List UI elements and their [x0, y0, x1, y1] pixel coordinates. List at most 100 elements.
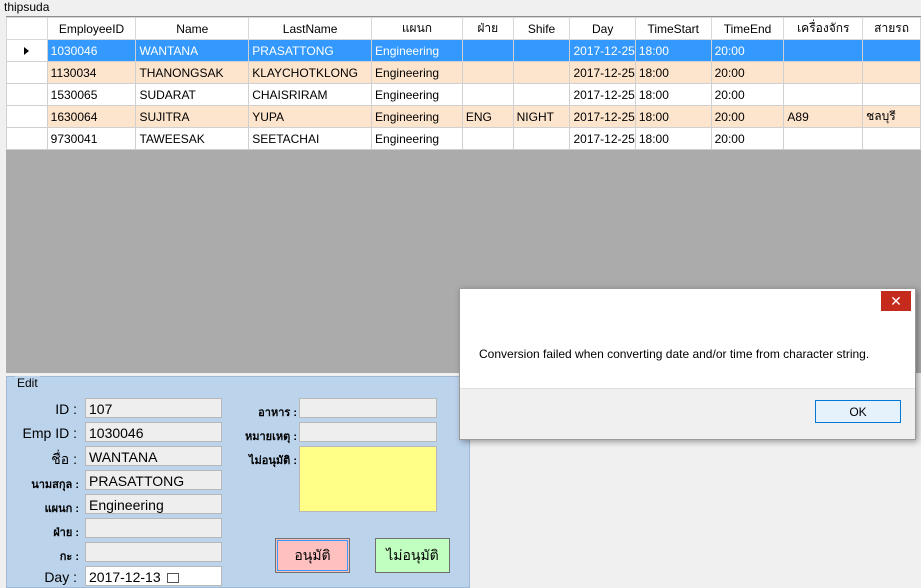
table-cell[interactable] [461, 83, 514, 106]
column-header[interactable]: Shife [512, 17, 571, 40]
dialog-footer: OK [460, 388, 915, 439]
food-label: อาหาร : [258, 407, 297, 419]
table-cell[interactable] [862, 83, 921, 106]
table-cell[interactable]: SUJITRA [135, 105, 250, 128]
table-row[interactable]: 9730041 TAWEESAK SEETACHAI Engineering 2017-… [6, 127, 921, 150]
table-cell[interactable]: 1530065 [46, 83, 137, 106]
column-header[interactable]: แผนก [371, 17, 463, 40]
lastname-field[interactable]: PRASATTONG [85, 470, 222, 490]
row-header[interactable] [6, 127, 48, 150]
table-cell[interactable] [512, 61, 571, 84]
column-header[interactable]: สายรถ [862, 17, 921, 40]
table-cell[interactable]: 1630064 [46, 105, 137, 128]
table-cell[interactable]: 1130034 [46, 61, 137, 84]
table-row[interactable]: 1130034 THANONGSAK KLAYCHOTKLONG Engineerin… [6, 61, 921, 84]
table-cell[interactable]: 18:00 [634, 39, 712, 62]
table-cell[interactable]: 1030046 [46, 39, 137, 62]
table-cell[interactable]: PRASATTONG [248, 39, 373, 62]
table-cell[interactable] [461, 61, 514, 84]
close-icon[interactable]: ✕ [881, 291, 911, 311]
id-field[interactable]: 107 [85, 398, 222, 418]
table-cell[interactable]: ENG [461, 105, 514, 128]
column-header[interactable]: LastName [248, 17, 373, 40]
division-field[interactable] [85, 518, 222, 538]
table-cell[interactable]: 18:00 [634, 61, 712, 84]
table-cell[interactable]: 20:00 [710, 61, 785, 84]
name-label: ชื่อ : [51, 451, 77, 467]
table-cell[interactable]: Engineering [371, 83, 463, 106]
row-header[interactable] [6, 83, 48, 106]
table-cell[interactable]: 20:00 [710, 127, 785, 150]
column-header[interactable]: Name [135, 17, 250, 40]
table-cell[interactable] [461, 39, 514, 62]
table-cell[interactable]: WANTANA [135, 39, 250, 62]
table-cell[interactable]: 20:00 [710, 83, 785, 106]
table-cell[interactable]: YUPA [248, 105, 373, 128]
column-header[interactable]: เครื่องจักร [783, 17, 864, 40]
day-value: 2017-12-13 [89, 569, 161, 585]
table-cell[interactable] [862, 39, 921, 62]
table-cell[interactable]: ชลบุรี [862, 105, 921, 128]
table-cell[interactable]: SUDARAT [135, 83, 250, 106]
day-picker[interactable]: 2017-12-13 [85, 566, 222, 586]
ok-button[interactable]: OK [815, 400, 901, 423]
grid-corner-header[interactable] [6, 17, 48, 40]
row-header[interactable] [6, 61, 48, 84]
emp-id-field[interactable]: 1030046 [85, 422, 222, 442]
calendar-icon[interactable] [166, 573, 179, 584]
table-cell[interactable]: KLAYCHOTKLONG [248, 61, 373, 84]
table-row[interactable]: 1630064 SUJITRA YUPA Engineering ENG NIGHT 201… [6, 105, 921, 128]
approve-button[interactable]: อนุมัติ [275, 538, 350, 573]
table-cell[interactable] [862, 127, 921, 150]
table-cell[interactable]: SEETACHAI [248, 127, 373, 150]
table-cell[interactable]: 18:00 [634, 105, 712, 128]
remark-label: หมายเหตุ : [245, 431, 297, 443]
table-row[interactable]: 1030046 WANTANA PRASATTONG Engineering 2017-… [6, 39, 921, 62]
row-header[interactable] [6, 105, 48, 128]
table-cell[interactable] [783, 39, 864, 62]
column-header[interactable]: TimeEnd [710, 17, 785, 40]
table-row[interactable]: 1530065 SUDARAT CHAISRIRAM Engineering 2017-… [6, 83, 921, 106]
table-cell[interactable] [512, 83, 571, 106]
table-cell[interactable]: Engineering [371, 127, 463, 150]
table-cell[interactable]: A89 [783, 105, 864, 128]
table-cell[interactable]: 2017-12-25 [569, 39, 636, 62]
table-cell[interactable] [461, 127, 514, 150]
table-cell[interactable]: 2017-12-25 [569, 61, 636, 84]
remark-field[interactable] [299, 422, 437, 442]
reject-button[interactable]: ไม่อนุมัติ [375, 538, 450, 573]
table-cell[interactable]: CHAISRIRAM [248, 83, 373, 106]
table-cell[interactable] [783, 83, 864, 106]
column-header[interactable]: Day [569, 17, 636, 40]
table-cell[interactable] [512, 127, 571, 150]
table-cell[interactable]: 2017-12-25 [569, 105, 636, 128]
name-field[interactable]: WANTANA [85, 446, 222, 466]
table-cell[interactable]: NIGHT [512, 105, 571, 128]
table-cell[interactable]: Engineering [371, 61, 463, 84]
table-cell[interactable] [512, 39, 571, 62]
column-header[interactable]: TimeStart [634, 17, 712, 40]
shift-field[interactable] [85, 542, 222, 562]
reject-reason-field[interactable] [299, 446, 437, 512]
table-cell[interactable]: THANONGSAK [135, 61, 250, 84]
table-cell[interactable]: TAWEESAK [135, 127, 250, 150]
error-message: Conversion failed when converting date a… [479, 347, 870, 361]
table-cell[interactable]: 9730041 [46, 127, 137, 150]
table-cell[interactable] [862, 61, 921, 84]
table-cell[interactable]: 20:00 [710, 39, 785, 62]
column-header[interactable]: EmployeeID [46, 17, 137, 40]
table-cell[interactable]: 18:00 [634, 83, 712, 106]
error-dialog: ✕ Conversion failed when converting date… [459, 288, 916, 440]
table-cell[interactable]: 18:00 [634, 127, 712, 150]
food-field[interactable] [299, 398, 437, 418]
column-header[interactable]: ฝ่าย [461, 17, 514, 40]
table-cell[interactable]: 20:00 [710, 105, 785, 128]
dept-field[interactable]: Engineering [85, 494, 222, 514]
table-cell[interactable]: Engineering [371, 105, 463, 128]
table-cell[interactable]: Engineering [371, 39, 463, 62]
table-cell[interactable] [783, 127, 864, 150]
table-cell[interactable]: 2017-12-25 [569, 83, 636, 106]
table-cell[interactable]: 2017-12-25 [569, 127, 636, 150]
table-cell[interactable] [783, 61, 864, 84]
row-header[interactable] [6, 39, 48, 62]
